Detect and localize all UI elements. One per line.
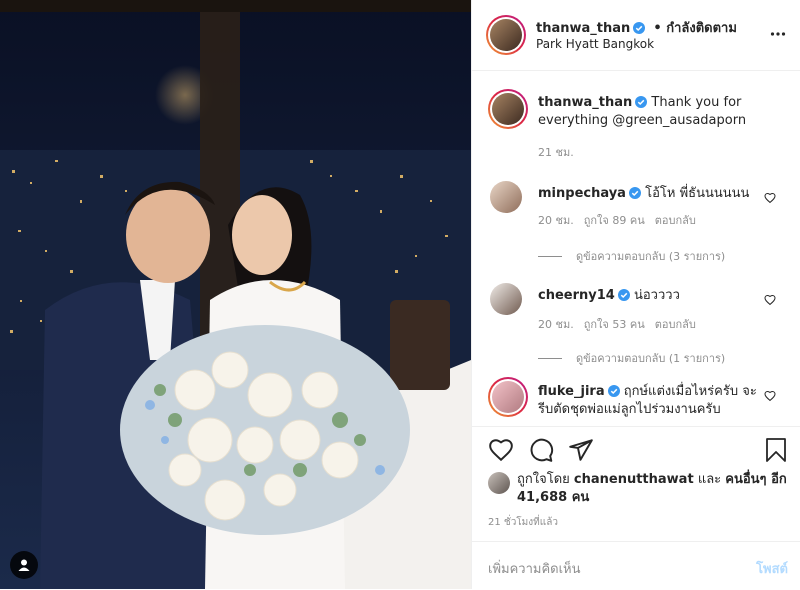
post-sidebar: thanwa_than • กำลังติดตาม Park Hyatt Ban… [471, 0, 800, 589]
comment-like-heart-icon[interactable] [764, 390, 776, 402]
like-heart-icon[interactable] [488, 437, 514, 463]
commenter-avatar[interactable] [490, 181, 522, 213]
comment-body: น่อวววว [633, 288, 680, 303]
location-link[interactable]: Park Hyatt Bangkok [536, 37, 654, 51]
tagged-users-button[interactable] [10, 551, 38, 579]
author-avatar[interactable] [486, 15, 526, 55]
caption-username[interactable]: thanwa_than [538, 95, 632, 110]
verified-badge-icon [635, 96, 648, 108]
user-icon [18, 559, 30, 571]
comment-bubble-icon[interactable] [528, 437, 554, 463]
comment-body: โอ้โห พี่ธันนนนนน [645, 186, 750, 201]
comment-text: minpechaya โอ้โห พี่ธันนนนนน [538, 185, 778, 203]
likes-and: และ [697, 472, 722, 487]
comment-text: fluke_jira ฤกษ์แต่งเมื่อไหร่ครับ จะรีบตั… [538, 383, 768, 419]
comment: cheerny14 น่อวววว 20 ชม. ถูกใจ 53 คน ตอบกล… [488, 281, 788, 365]
verified-badge-icon [628, 187, 641, 199]
post-header: thanwa_than • กำลังติดตาม Park Hyatt Ban… [472, 0, 800, 71]
commenter-avatar[interactable] [488, 377, 528, 417]
view-replies-button[interactable]: ดูข้อความตอบกลับ (1 รายการ) [538, 349, 725, 367]
caption-time: 21 ชม. [538, 146, 574, 159]
comment-like-heart-icon[interactable] [764, 294, 776, 306]
verified-badge-icon [607, 385, 620, 397]
comment-likes[interactable]: ถูกใจ 53 คน [584, 318, 645, 331]
likes-summary: ถูกใจโดย chanenutthawat และ คนอื่นๆ อีก … [517, 471, 787, 507]
comment-meta: 20 ชม. ถูกใจ 89 คน ตอบกลับ [538, 211, 706, 229]
reply-button[interactable]: ตอบกลับ [655, 318, 696, 331]
comment-time[interactable]: 20 ชม. [538, 214, 574, 227]
comment-input[interactable]: เพิ่มความคิดเห็น [488, 558, 581, 579]
photo-illustration [0, 0, 471, 589]
follow-status[interactable]: • กำลังติดตาม [653, 21, 737, 36]
verified-badge-icon [633, 22, 646, 34]
comment-likes[interactable]: ถูกใจ 89 คน [584, 214, 645, 227]
bookmark-icon[interactable] [764, 437, 788, 463]
comment-time[interactable]: 20 ชม. [538, 318, 574, 331]
comment-text: cheerny14 น่อวววว [538, 287, 778, 305]
caption: thanwa_than Thank you for everything @gr… [488, 89, 788, 179]
post-actions: ถูกใจโดย chanenutthawat และ คนอื่นๆ อีก … [472, 426, 800, 547]
comment-meta: 20 ชม. ถูกใจ 53 คน ตอบกลับ [538, 315, 706, 333]
comment: minpechaya โอ้โห พี่ธันนนนนน 20 ชม. ถูกใจ… [488, 179, 788, 263]
post-comment-button[interactable]: โพสต์ [756, 558, 788, 579]
verified-badge-icon [617, 289, 630, 301]
comment-username[interactable]: fluke_jira [538, 384, 605, 399]
comments-section: thanwa_than Thank you for everything @gr… [472, 71, 800, 425]
comment: fluke_jira ฤกษ์แต่งเมื่อไหร่ครับ จะรีบตั… [488, 377, 788, 425]
view-replies-button[interactable]: ดูข้อความตอบกลับ (3 รายการ) [538, 247, 725, 265]
liker-avatar[interactable] [488, 472, 510, 494]
caption-author-avatar[interactable] [488, 89, 528, 129]
more-dots-icon [770, 32, 786, 36]
comment-username[interactable]: minpechaya [538, 186, 626, 201]
comment-like-heart-icon[interactable] [764, 192, 776, 204]
liked-by-prefix: ถูกใจโดย [517, 472, 570, 487]
caption-text: thanwa_than Thank you for everything @gr… [538, 94, 763, 130]
share-paper-plane-icon[interactable] [568, 437, 594, 463]
comment-username[interactable]: cheerny14 [538, 288, 615, 303]
post-timestamp[interactable]: 21 ชั่วโมงที่แล้ว [488, 515, 558, 530]
add-comment-bar: เพิ่มความคิดเห็น โพสต์ [472, 541, 800, 590]
post-photo[interactable] [0, 0, 471, 589]
commenter-avatar[interactable] [490, 283, 522, 315]
reply-button[interactable]: ตอบกลับ [655, 214, 696, 227]
liked-by-user[interactable]: chanenutthawat [574, 472, 694, 487]
author-username[interactable]: thanwa_than [536, 21, 630, 36]
more-options-button[interactable] [770, 26, 786, 46]
